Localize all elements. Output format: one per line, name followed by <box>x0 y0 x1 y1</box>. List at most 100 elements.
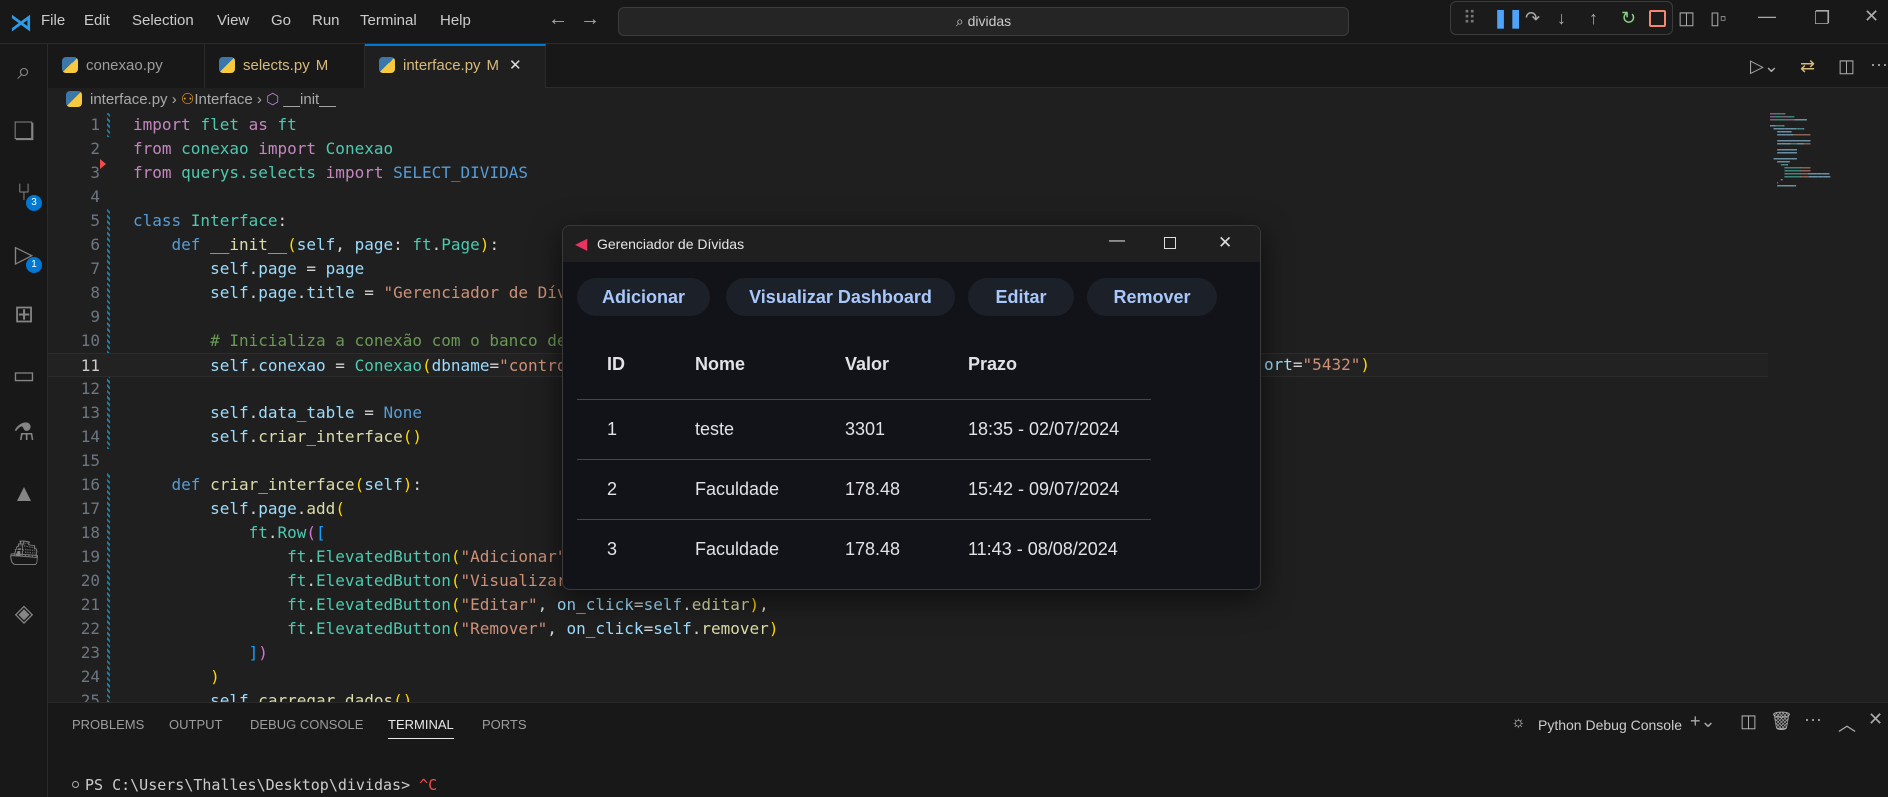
angular-icon[interactable]: ▲ <box>6 476 42 512</box>
restart-icon[interactable]: ↻ <box>1621 8 1636 29</box>
minimap[interactable] <box>1770 113 1860 263</box>
code-token: ort <box>1264 355 1293 374</box>
extensions-icon[interactable]: ⊞ <box>6 297 42 333</box>
more-actions-icon[interactable]: ··· <box>1870 54 1888 75</box>
python-icon[interactable]: ◈ <box>6 596 42 632</box>
code-token: class <box>133 211 191 230</box>
code-token: ft <box>287 571 307 590</box>
minimap-line <box>1787 170 1800 172</box>
pause-icon[interactable]: ❚❚ <box>1493 8 1523 29</box>
testing-flask-icon[interactable]: ⚗ <box>6 415 42 451</box>
menu-go[interactable]: Go <box>271 12 291 29</box>
breadcrumb-method[interactable]: __init__ <box>283 91 336 108</box>
tab-selects[interactable]: selects.py M <box>205 44 365 88</box>
table-cell: 15:42 - 09/07/2024 <box>968 479 1120 499</box>
tab-problems[interactable]: PROBLEMS <box>72 717 144 732</box>
search-icon[interactable]: ⌕ <box>6 54 42 90</box>
tab-debug-console[interactable]: DEBUG CONSOLE <box>250 717 363 732</box>
forward-arrow-icon[interactable]: → <box>580 8 600 31</box>
menu-run[interactable]: Run <box>312 12 340 29</box>
back-arrow-icon[interactable]: ← <box>548 8 568 31</box>
line-text: ft.ElevatedButton("Adicionar" <box>133 545 566 569</box>
code-line[interactable]: 2 from conexao import Conexao <box>48 137 1768 161</box>
debug-badge: 1 <box>26 257 42 273</box>
close-panel-icon[interactable]: ✕ <box>1868 709 1883 730</box>
code-line[interactable]: 22 ft.ElevatedButton("Remover", on_click… <box>48 617 1768 641</box>
breadcrumb-class[interactable]: Interface <box>194 91 252 108</box>
code-line[interactable]: 21 ft.ElevatedButton("Editar", on_click=… <box>48 593 1768 617</box>
minimize-icon[interactable]: — <box>1758 6 1776 27</box>
remover-button[interactable]: Remover <box>1087 278 1217 316</box>
menu-file[interactable]: File <box>41 12 65 29</box>
docker-icon[interactable]: ⛴ <box>6 536 42 572</box>
code-line[interactable]: 3 from querys.selects import SELECT_DIVID… <box>48 161 1768 185</box>
editar-button[interactable]: Editar <box>968 278 1074 316</box>
menu-view[interactable]: View <box>217 12 249 29</box>
minimap-line <box>1787 173 1800 175</box>
split-editor-icon[interactable]: ◫ <box>1838 56 1855 77</box>
step-out-icon[interactable]: ↑ <box>1589 8 1598 29</box>
line-number: 20 <box>80 571 100 590</box>
minimap-line <box>1786 173 1788 175</box>
code-line[interactable]: 4 <box>48 185 1768 209</box>
explorer-icon[interactable]: ❏ <box>6 114 42 150</box>
line-text: self.page.title = "Gerenciador de Dív <box>133 281 566 305</box>
customize-layout-icon[interactable]: ▯▫ <box>1710 8 1726 29</box>
minimap-line <box>1785 134 1787 136</box>
menu-help[interactable]: Help <box>440 12 471 29</box>
code-line[interactable]: 24 ) <box>48 665 1768 689</box>
minimap-line <box>1787 167 1800 169</box>
code-token: ( <box>335 499 345 518</box>
visualizar-dashboard-button[interactable]: Visualizar Dashboard <box>726 278 955 316</box>
toggle-panel-icon[interactable]: ◫ <box>1678 8 1695 29</box>
compare-changes-icon[interactable]: ⇄ <box>1800 56 1815 77</box>
new-terminal-icon[interactable]: +⌄ <box>1690 711 1716 732</box>
minimap-line <box>1784 167 1787 169</box>
minimap-line <box>1777 134 1781 136</box>
command-center-search[interactable]: ⌕ dividas <box>618 7 1349 36</box>
adicionar-button[interactable]: Adicionar <box>577 278 710 316</box>
split-terminal-icon[interactable]: ◫ <box>1740 711 1757 732</box>
run-python-icon[interactable]: ▷⌄ <box>1750 56 1779 77</box>
drag-handle-icon[interactable]: ⠿ <box>1463 8 1476 29</box>
step-into-icon[interactable]: ↓ <box>1557 8 1566 29</box>
menu-selection[interactable]: Selection <box>132 12 194 29</box>
code-token: ( <box>287 235 297 254</box>
more-icon[interactable]: ··· <box>1804 709 1822 730</box>
close-icon[interactable]: ✕ <box>1218 233 1232 253</box>
restore-icon[interactable]: ❐ <box>1814 8 1830 29</box>
menu-terminal[interactable]: Terminal <box>360 12 417 29</box>
app-title-bar: ◀ Gerenciador de Dívidas — ✕ <box>563 226 1260 262</box>
code-token: , <box>547 619 567 638</box>
source-control-icon[interactable]: ⑂ 3 <box>6 175 42 211</box>
stop-icon[interactable] <box>1649 10 1666 27</box>
menu-edit[interactable]: Edit <box>84 12 110 29</box>
code-token: ft <box>287 547 307 566</box>
maximize-panel-icon[interactable]: ︿ <box>1838 711 1856 737</box>
breadcrumb-file[interactable]: interface.py <box>90 91 168 108</box>
remote-explorer-icon[interactable]: ▭ <box>6 358 42 394</box>
minimap-line <box>1781 152 1796 154</box>
maximize-icon[interactable] <box>1164 237 1176 249</box>
step-over-icon[interactable]: ↷ <box>1525 8 1540 29</box>
tab-ports[interactable]: PORTS <box>482 717 527 732</box>
close-window-icon[interactable]: ✕ <box>1864 6 1879 27</box>
terminal-name[interactable]: Python Debug Console <box>1538 717 1682 733</box>
code-line[interactable]: 1 import flet as ft <box>48 113 1768 137</box>
code-line[interactable]: 23 ]) <box>48 641 1768 665</box>
tab-terminal[interactable]: TERMINAL <box>388 717 454 739</box>
tab-conexao[interactable]: conexao.py <box>48 44 205 88</box>
trash-icon[interactable]: 🗑 <box>1770 711 1793 732</box>
debug-bug-icon: ☼ <box>1511 714 1526 731</box>
terminal-output[interactable]: PS C:\Users\Thalles\Desktop\dividas> ^C <box>72 776 437 794</box>
tab-output[interactable]: OUTPUT <box>169 717 222 732</box>
close-tab-icon[interactable]: ✕ <box>509 57 522 74</box>
minimize-icon[interactable]: — <box>1109 232 1125 250</box>
code-token: querys.selects <box>181 163 326 182</box>
run-debug-icon[interactable]: ▷ 1 <box>6 237 42 273</box>
line-number: 3 <box>90 163 100 182</box>
code-token: page <box>325 259 365 278</box>
tab-label: selects.py <box>243 57 310 74</box>
tab-interface[interactable]: interface.py M ✕ <box>365 44 546 88</box>
